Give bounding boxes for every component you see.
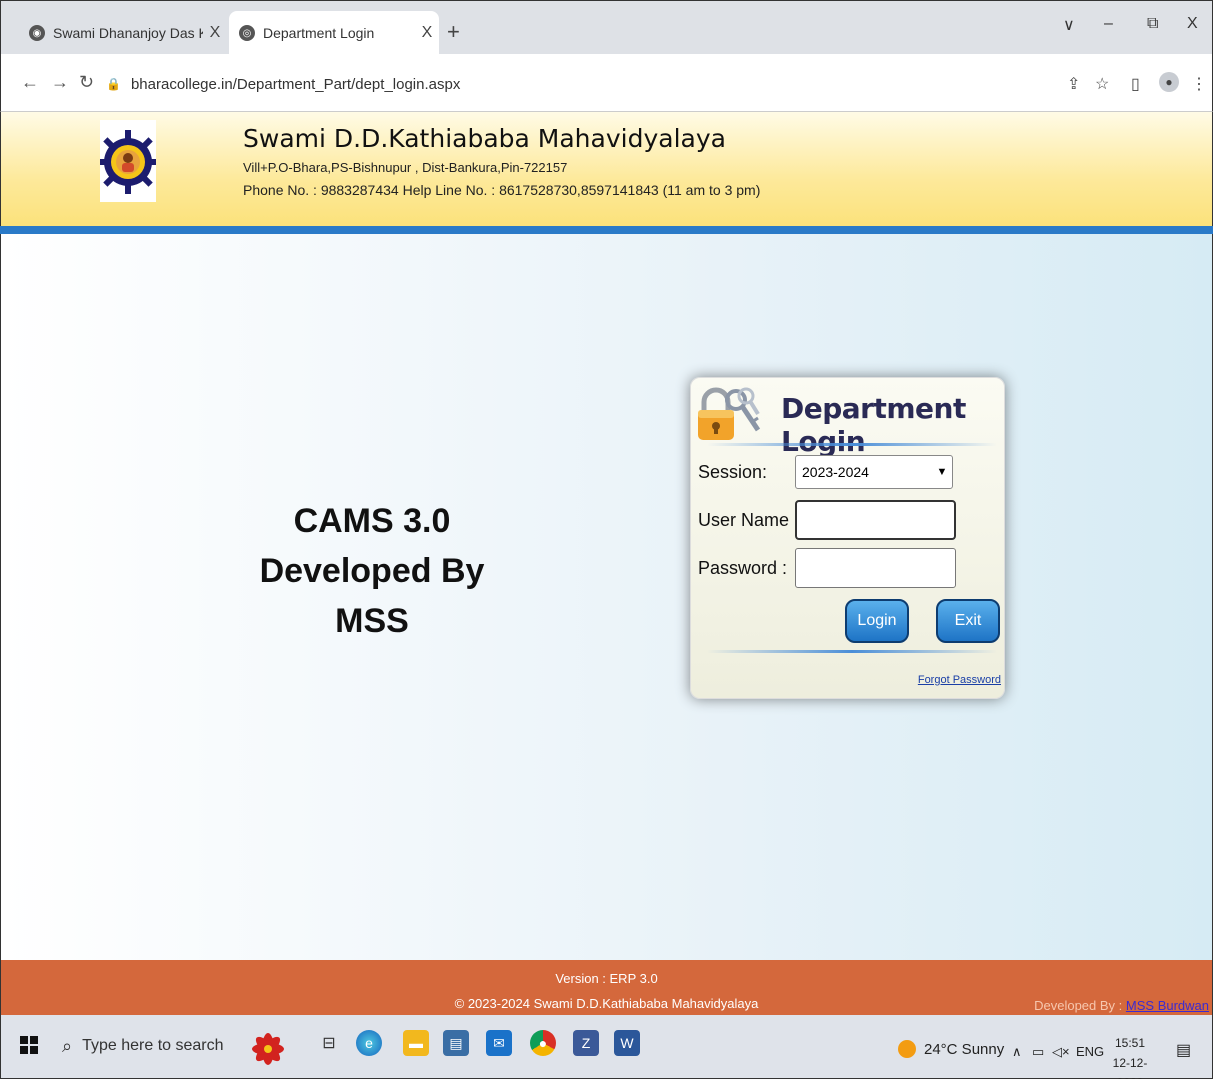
url-field[interactable]: 🔒 bharacollege.in/Department_Part/dept_l… bbox=[106, 68, 1056, 100]
mail-icon[interactable]: ✉ bbox=[486, 1030, 512, 1056]
new-tab-button[interactable]: + bbox=[447, 19, 460, 45]
clock-date: 12-12-2023 bbox=[1112, 1056, 1148, 1079]
login-panel: Department Login Session: 2023-2024 ▼ Us… bbox=[690, 377, 1005, 699]
close-tab-icon[interactable]: X bbox=[203, 24, 227, 42]
site-favicon-icon: ◎ bbox=[239, 25, 255, 41]
username-label: User Name : bbox=[698, 510, 800, 530]
app-icon[interactable]: Z bbox=[573, 1030, 599, 1056]
developed-by-label: Developed By : bbox=[1034, 998, 1123, 1013]
password-label: Password : bbox=[698, 558, 788, 578]
chevron-up-icon[interactable]: ∧ bbox=[1012, 1044, 1022, 1060]
share-icon[interactable]: ⇪ bbox=[1067, 74, 1080, 94]
developer-link[interactable]: MSS Burdwan bbox=[1126, 998, 1209, 1013]
browser-tab-bar: ◉ Swami Dhananjoy Das Kathiabab X ◎ Depa… bbox=[0, 0, 1213, 55]
college-address: Vill+P.O-Bhara,PS-Bishnupur , Dist-Banku… bbox=[243, 160, 568, 175]
lock-icon: 🔒 bbox=[106, 77, 121, 91]
cams-banner: CAMS 3.0 Developed By MSS bbox=[232, 496, 512, 646]
password-input[interactable] bbox=[795, 548, 956, 588]
login-title: Department Login bbox=[781, 392, 966, 458]
url-text: bharacollege.in/Department_Part/dept_log… bbox=[130, 75, 461, 93]
profile-avatar-icon[interactable]: ● bbox=[1159, 72, 1179, 92]
session-selected-value: 2023-2024 bbox=[802, 464, 869, 480]
cams-version: CAMS 3.0 bbox=[293, 502, 451, 540]
username-input[interactable] bbox=[795, 500, 956, 540]
chevron-down-icon: ▼ bbox=[936, 466, 948, 478]
store-icon[interactable]: ▤ bbox=[443, 1030, 469, 1056]
speaker-muted-icon[interactable]: ◁× bbox=[1052, 1044, 1070, 1060]
header-divider bbox=[0, 226, 1213, 234]
windows-start-icon[interactable] bbox=[20, 1036, 38, 1054]
poinsettia-icon[interactable] bbox=[245, 1029, 291, 1069]
weather-text: 24°C Sunny bbox=[924, 1040, 1005, 1058]
college-name: Swami D.D.Kathiababa Mahavidyalaya bbox=[243, 124, 726, 153]
notification-icon[interactable]: ▤ bbox=[1176, 1040, 1191, 1060]
network-icon[interactable]: ▭ bbox=[1032, 1044, 1044, 1060]
college-phone: Phone No. : 9883287434 Help Line No. : 8… bbox=[243, 182, 761, 198]
session-label: Session: bbox=[698, 462, 768, 482]
globe-icon: ◉ bbox=[29, 25, 45, 41]
back-icon[interactable]: ← bbox=[21, 72, 39, 93]
tab-department-login[interactable]: ◎ Department Login X bbox=[229, 11, 439, 55]
kebab-menu-icon[interactable]: ⋮ bbox=[1191, 74, 1207, 94]
session-select[interactable]: 2023-2024 ▼ bbox=[795, 455, 953, 489]
tab-title: Swami Dhananjoy Das Kathiabab bbox=[53, 25, 203, 41]
login-button[interactable]: Login bbox=[845, 599, 909, 643]
forgot-password-link[interactable]: Forgot Password bbox=[918, 674, 1001, 686]
sun-icon bbox=[898, 1040, 916, 1058]
exit-button[interactable]: Exit bbox=[936, 599, 1000, 643]
file-explorer-icon[interactable]: ▬ bbox=[403, 1030, 429, 1056]
search-icon: ⌕ bbox=[62, 1035, 73, 1056]
cams-developer: Developed By MSS bbox=[259, 552, 485, 640]
version-text: Version : ERP 3.0 bbox=[555, 971, 658, 986]
restore-button[interactable]: ⧉ bbox=[1147, 15, 1158, 33]
task-view-icon[interactable]: ⊟ bbox=[316, 1030, 342, 1056]
address-bar: ← → ↻ 🔒 bharacollege.in/Department_Part/… bbox=[0, 54, 1213, 112]
chrome-icon[interactable]: ● bbox=[530, 1030, 556, 1056]
side-panel-icon[interactable]: ▯ bbox=[1131, 74, 1140, 94]
minimize-button[interactable]: – bbox=[1104, 15, 1113, 33]
bottom-separator bbox=[707, 650, 997, 653]
padlock-keys-icon bbox=[698, 387, 761, 440]
taskbar-search[interactable]: ⌕ Type here to search bbox=[50, 1031, 230, 1061]
bookmark-star-icon[interactable]: ☆ bbox=[1095, 74, 1109, 94]
tab-search-icon[interactable]: ∨ bbox=[1063, 15, 1075, 35]
search-placeholder: Type here to search bbox=[82, 1037, 224, 1054]
main-content bbox=[0, 234, 1213, 960]
edge-browser-icon[interactable]: e bbox=[356, 1030, 382, 1056]
college-logo-icon bbox=[100, 120, 156, 202]
tab-college[interactable]: ◉ Swami Dhananjoy Das Kathiabab X bbox=[9, 11, 227, 55]
developed-by: Developed By : MSS Burdwan bbox=[1034, 998, 1209, 1013]
weather-widget[interactable]: 24°C Sunny bbox=[898, 1040, 1004, 1058]
close-tab-icon[interactable]: X bbox=[415, 24, 439, 42]
tab-title: Department Login bbox=[263, 25, 375, 41]
copyright-text: © 2023-2024 Swami D.D.Kathiababa Mahavid… bbox=[454, 996, 759, 1011]
taskbar-clock[interactable]: 15:51 12-12-2023 bbox=[1100, 1033, 1160, 1079]
reload-icon[interactable]: ↻ bbox=[79, 72, 94, 93]
word-icon[interactable]: W bbox=[614, 1030, 640, 1056]
clock-time: 15:51 bbox=[1114, 1036, 1146, 1050]
title-separator bbox=[707, 443, 997, 446]
window-close-button[interactable]: X bbox=[1187, 15, 1198, 33]
forward-icon[interactable]: → bbox=[51, 72, 69, 93]
